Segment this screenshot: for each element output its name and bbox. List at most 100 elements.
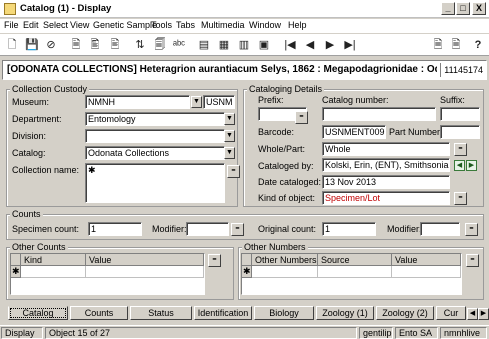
menu-tools[interactable]: Tools [151, 20, 172, 30]
menu-multimedia[interactable]: Multimedia [201, 20, 245, 30]
next-record-icon[interactable]: ▶ [322, 37, 338, 53]
other-counts-grid[interactable]: Kind Value ✱ [10, 253, 205, 295]
tab-zoology-2[interactable]: Zoology (2) [376, 306, 434, 320]
stop-icon[interactable]: ⊘ [43, 37, 59, 53]
museum-code-field[interactable]: USNM [203, 95, 235, 109]
division-label: Division: [12, 131, 47, 141]
modifier2-field[interactable] [420, 222, 460, 236]
tab-biology[interactable]: Biology [254, 306, 314, 320]
museum-dropdown-button[interactable]: ▼ [191, 96, 202, 108]
minimize-button[interactable]: _ [441, 2, 455, 15]
modifier2-lookup-button[interactable]: ⁼ [465, 223, 478, 236]
catalog-field[interactable]: Odonata Collections [85, 146, 225, 160]
specimen-count-field[interactable]: 1 [88, 222, 142, 236]
table-cell[interactable] [86, 266, 204, 278]
status-server: nmnhlive [440, 327, 487, 339]
attach-icon[interactable]: 🗎 [430, 37, 446, 53]
tab-curation[interactable]: Cur [436, 306, 466, 320]
menu-help[interactable]: Help [288, 20, 307, 30]
menu-file[interactable]: File [4, 20, 19, 30]
new-icon[interactable]: 🗋 [4, 37, 20, 53]
status-bar: Display Object 15 of 27 gentilip Ento SA… [0, 325, 489, 339]
column-header-value[interactable]: Value [392, 254, 461, 266]
window-title: Catalog (1) - Display [20, 3, 112, 14]
table-cell[interactable] [21, 266, 86, 278]
close-button[interactable]: X [472, 2, 486, 15]
column-header-value[interactable]: Value [86, 254, 204, 266]
tab-catalog[interactable]: Catalog [8, 306, 68, 320]
catalog-dropdown-button[interactable]: ▼ [224, 147, 235, 159]
modifier-field[interactable] [186, 222, 229, 236]
other-numbers-lookup-button[interactable]: ⁼ [466, 254, 479, 267]
report-icon[interactable]: 🗎 [68, 37, 84, 53]
part-number-field[interactable] [440, 125, 480, 139]
print-icon[interactable]: 🖺 [87, 37, 103, 53]
collection-custody-legend: Collection Custody [10, 84, 90, 94]
last-record-icon[interactable]: ▶| [342, 37, 358, 53]
tab-scroll-right-icon[interactable]: ▶ [478, 308, 489, 320]
save-icon[interactable]: 💾 [24, 37, 40, 53]
other-numbers-legend: Other Numbers [242, 242, 308, 252]
grid-view-icon[interactable]: ▥ [236, 37, 252, 53]
catalog-number-field[interactable] [322, 107, 436, 121]
kind-of-object-field[interactable]: Specimen/Lot [322, 191, 450, 205]
collection-name-label: Collection name: [12, 165, 80, 175]
table-cell[interactable] [318, 266, 392, 278]
menu-select[interactable]: Select [43, 20, 68, 30]
collection-name-lookup-button[interactable]: ⁼ [227, 165, 240, 178]
barcode-field[interactable]: USNMENT0091 [322, 125, 386, 139]
division-field[interactable] [85, 129, 225, 143]
previous-record-icon[interactable]: ◀ [302, 37, 318, 53]
menu-edit[interactable]: Edit [23, 20, 39, 30]
spellcheck-icon[interactable]: ᵃᵇᶜ [171, 37, 187, 53]
list-view-icon[interactable]: ▦ [216, 37, 232, 53]
column-header-other-numbers-type[interactable]: Other Numbers ... [252, 254, 318, 266]
division-dropdown-button[interactable]: ▼ [224, 130, 235, 142]
menu-window[interactable]: Window [249, 20, 281, 30]
attach-view-icon[interactable]: 🗎 [448, 37, 464, 53]
print-preview-icon[interactable]: 🖹 [107, 37, 123, 53]
tab-zoology-1[interactable]: Zoology (1) [316, 306, 374, 320]
date-cataloged-field[interactable]: 13 Nov 2013 [322, 175, 450, 189]
row-header-corner [242, 254, 252, 266]
maximize-button[interactable]: □ [456, 2, 470, 15]
menu-genetic-sample[interactable]: Genetic Sample [93, 20, 157, 30]
tab-status[interactable]: Status [130, 306, 192, 320]
other-numbers-grid[interactable]: Other Numbers ... Source Value ✱ [241, 253, 462, 295]
form-view-icon[interactable]: ▤ [196, 37, 212, 53]
menu-view[interactable]: View [70, 20, 89, 30]
specimen-count-label: Specimen count: [12, 224, 80, 234]
modifier2-label: Modifier: [387, 224, 422, 234]
menu-tabs[interactable]: Tabs [176, 20, 195, 30]
column-header-kind[interactable]: Kind [21, 254, 86, 266]
cataloged-by-field[interactable]: Kolski, Erin, (ENT), Smithsonian Ins [322, 158, 450, 172]
table-cell[interactable] [392, 266, 461, 278]
original-count-field[interactable]: 1 [322, 222, 376, 236]
department-label: Department: [12, 114, 62, 124]
first-record-icon[interactable]: |◀ [282, 37, 298, 53]
sort-icon[interactable]: ⇅ [132, 37, 148, 53]
suffix-field[interactable] [440, 107, 480, 121]
tab-counts[interactable]: Counts [70, 306, 128, 320]
prefix-lookup-button[interactable]: ⁼ [295, 111, 308, 124]
collection-name-list[interactable]: ✱ [85, 163, 225, 203]
department-dropdown-button[interactable]: ▼ [224, 113, 235, 125]
kind-of-object-lookup-button[interactable]: ⁼ [454, 192, 467, 205]
tab-scroll-left-icon[interactable]: ◀ [467, 308, 478, 320]
toolbar: 🗋 💾 ⊘ 🗎 🖺 🖹 ⇅ 🗐 ᵃᵇᶜ ▤ ▦ ▥ ▣ |◀ ◀ ▶ ▶| 🗎 … [0, 34, 489, 56]
detail-view-icon[interactable]: ▣ [256, 37, 272, 53]
department-field[interactable]: Entomology [85, 112, 225, 126]
cataloged-by-next-icon[interactable]: ▶ [466, 160, 477, 171]
help-icon[interactable]: ? [470, 37, 486, 53]
table-cell[interactable] [252, 266, 318, 278]
other-counts-lookup-button[interactable]: ⁼ [208, 254, 221, 267]
query-icon[interactable]: 🗐 [152, 37, 168, 53]
cataloged-by-prev-icon[interactable]: ◀ [454, 160, 465, 171]
tab-identification[interactable]: Identification [194, 306, 252, 320]
whole-part-lookup-button[interactable]: ⁼ [454, 143, 467, 156]
record-title: [ODONATA COLLECTIONS] Heteragrion aurant… [7, 64, 437, 75]
museum-field[interactable]: NMNH [85, 95, 190, 109]
whole-part-field[interactable]: Whole [322, 142, 450, 156]
column-header-source[interactable]: Source [318, 254, 392, 266]
modifier-lookup-button[interactable]: ⁼ [231, 223, 244, 236]
